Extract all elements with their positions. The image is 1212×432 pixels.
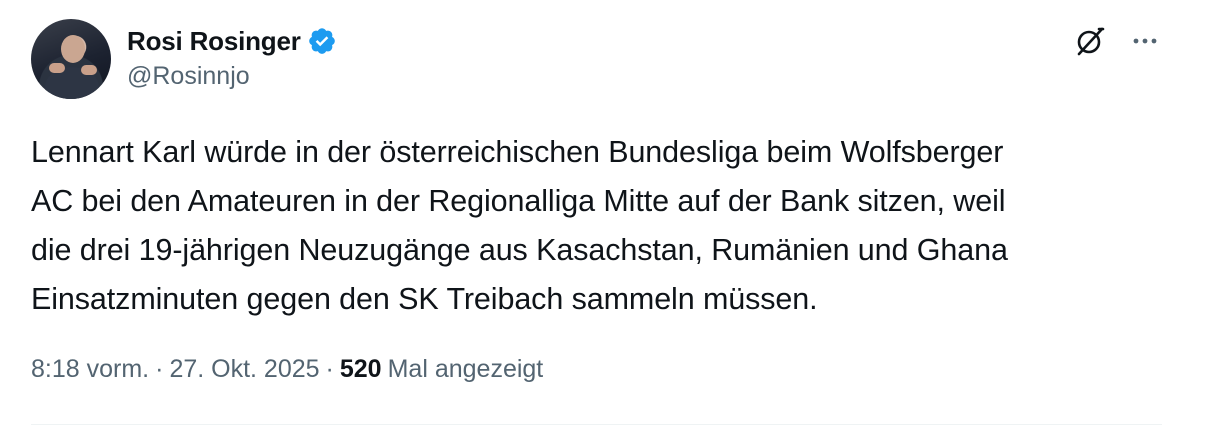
author-handle[interactable]: @Rosinnjo bbox=[127, 62, 250, 91]
tweet-date[interactable]: 27. Okt. 2025 bbox=[169, 355, 319, 384]
tweet-text-line: Einsatzminuten gegen den SK Treibach sam… bbox=[31, 282, 818, 316]
tweet-text-line: Lennart Karl würde in der österreichisch… bbox=[31, 135, 1004, 169]
avatar[interactable] bbox=[31, 19, 111, 99]
avatar-hand bbox=[49, 63, 65, 73]
more-icon[interactable] bbox=[1128, 24, 1162, 58]
tweet-text-line: AC bei den Amateuren in der Regionalliga… bbox=[31, 184, 1006, 218]
tweet-text: Lennart Karl würde in der österreichisch… bbox=[31, 128, 1171, 324]
avatar-head bbox=[61, 35, 85, 63]
tweet-text-line: die drei 19-jährigen Neuzugänge aus Kasa… bbox=[31, 233, 1008, 267]
tweet: Rosi Rosinger @Rosinnjo Lennart Karl wür… bbox=[0, 0, 1212, 432]
views-label[interactable]: Mal angezeigt bbox=[388, 355, 544, 384]
author-name-row[interactable]: Rosi Rosinger bbox=[127, 24, 337, 58]
tweet-time[interactable]: 8:18 vorm. bbox=[31, 355, 149, 384]
meta-separator: · bbox=[155, 355, 164, 383]
author-display-name[interactable]: Rosi Rosinger bbox=[127, 26, 301, 57]
divider bbox=[31, 424, 1162, 425]
avatar-hand bbox=[81, 65, 97, 75]
tweet-meta: 8:18 vorm. · 27. Okt. 2025 · 520 Mal ang… bbox=[31, 355, 543, 384]
grok-icon[interactable] bbox=[1073, 24, 1107, 58]
views-count[interactable]: 520 bbox=[340, 355, 382, 384]
verified-badge-icon[interactable] bbox=[307, 26, 337, 56]
meta-separator: · bbox=[325, 355, 334, 383]
